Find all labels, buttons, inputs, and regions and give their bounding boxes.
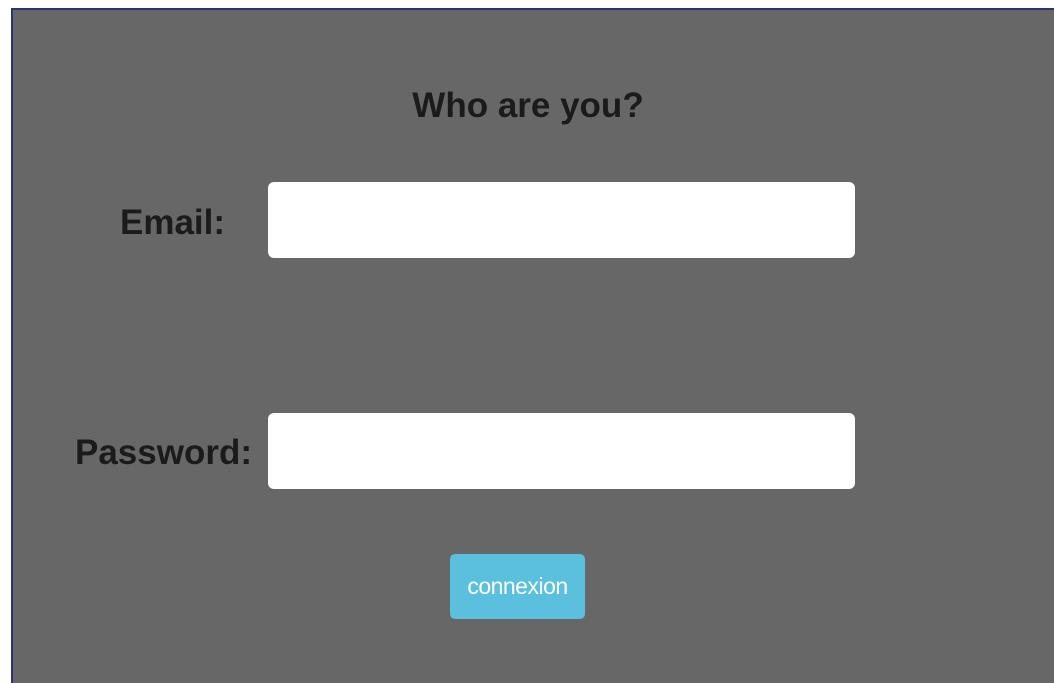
email-field[interactable] bbox=[268, 182, 855, 258]
email-label: Email: bbox=[120, 203, 226, 242]
login-panel: Who are you? Email: Password: connexion bbox=[11, 8, 1054, 683]
password-label: Password: bbox=[75, 433, 252, 472]
connexion-button[interactable]: connexion bbox=[450, 554, 585, 619]
password-field[interactable] bbox=[268, 413, 855, 489]
page-title: Who are you? bbox=[412, 86, 644, 125]
